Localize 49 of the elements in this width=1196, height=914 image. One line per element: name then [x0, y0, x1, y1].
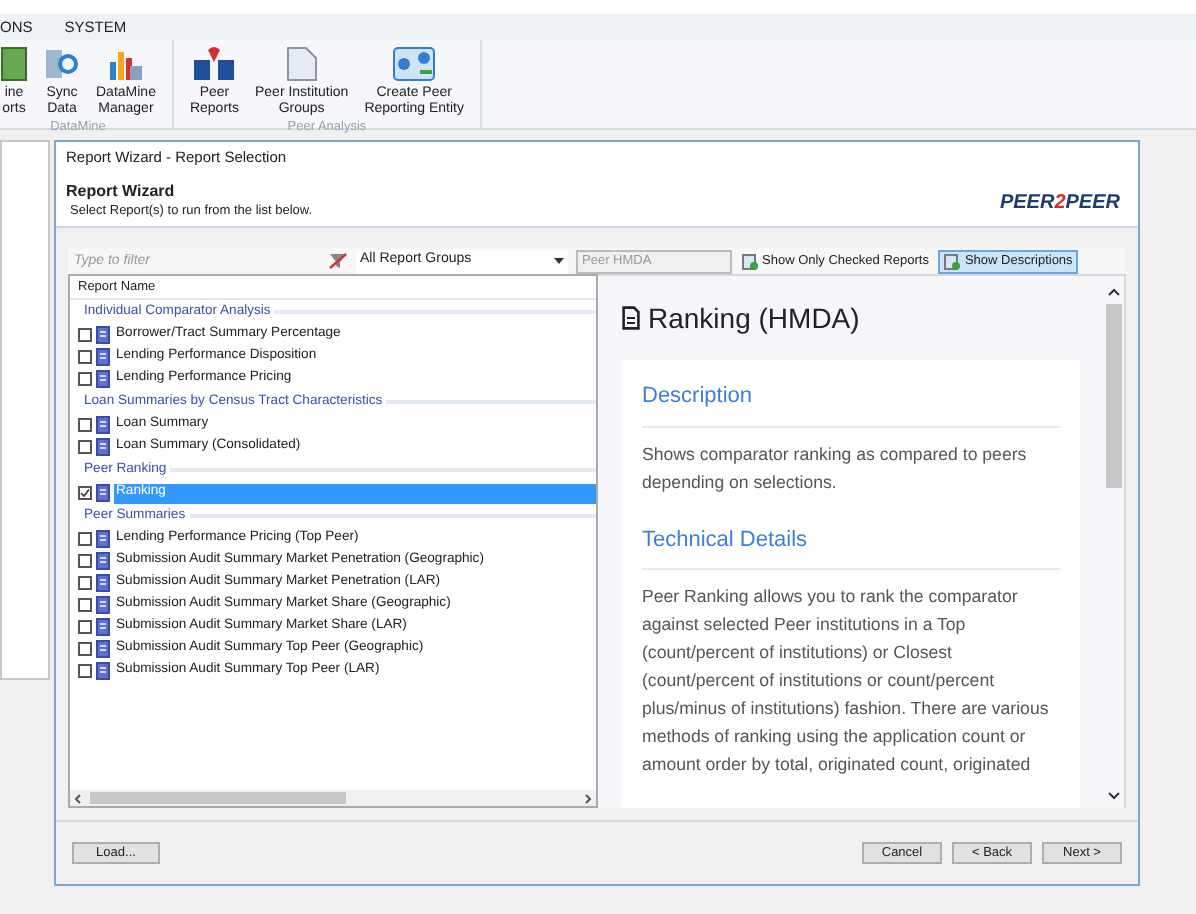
dropdown-caret-icon: [554, 258, 564, 264]
peer-logo-icon: [192, 46, 237, 82]
scroll-down-icon[interactable]: [1108, 792, 1120, 800]
report-icon: [96, 530, 110, 548]
checkbox[interactable]: [78, 620, 92, 634]
report-icon: [96, 438, 110, 456]
report-icon: [96, 348, 110, 366]
scroll-right-icon[interactable]: [584, 793, 592, 803]
sheet-icon: [0, 46, 28, 82]
report-toggle-icon: [944, 253, 961, 269]
report-toggle-icon: [742, 253, 758, 269]
section-heading: Technical Details: [642, 523, 1060, 570]
sync-icon: [44, 46, 80, 82]
section-heading: Description: [642, 380, 1060, 427]
checkbox[interactable]: [78, 554, 92, 568]
report-icon: [96, 574, 110, 592]
checkbox[interactable]: [78, 576, 92, 590]
checkbox[interactable]: [78, 372, 92, 386]
report-icon: [96, 662, 110, 680]
checkbox[interactable]: [78, 598, 92, 612]
document-icon: [622, 306, 640, 330]
report-icon: [96, 618, 110, 636]
description-title: Ranking (HMDA): [648, 304, 860, 332]
chart-icon: [107, 46, 144, 82]
horizontal-scrollbar[interactable]: [70, 790, 596, 806]
report-icon: [96, 416, 110, 434]
report-icon: [96, 640, 110, 658]
scroll-up-icon[interactable]: [1108, 288, 1120, 296]
checkbox[interactable]: [78, 532, 92, 546]
checkbox[interactable]: [78, 328, 92, 342]
checkbox[interactable]: [78, 664, 92, 678]
checkbox[interactable]: [78, 350, 92, 364]
report-icon: [96, 552, 110, 570]
peer2peer-logo: PEER2PEER: [999, 194, 1120, 214]
network-icon: [392, 46, 437, 82]
wizard-heading: Report Wizard: [66, 182, 177, 202]
scroll-left-icon[interactable]: [74, 793, 82, 803]
report-icon: [96, 596, 110, 614]
filter-icon: [328, 252, 348, 270]
report-icon: [96, 370, 110, 388]
report-icon: [96, 484, 110, 502]
checkbox[interactable]: [78, 642, 92, 656]
report-icon: [96, 326, 110, 344]
section-text: Peer Ranking allows you to rank the comparator against selected Peer institutions in a Top (count/percent of institutions) or Closest (count/percent of institutions or count/percent plus/minus of institutions) fashion. There are various methods of ranking using the application count or amount order by total, originated count, originated: [642, 584, 1051, 778]
document-icon: [285, 46, 318, 82]
checkbox[interactable]: [78, 440, 92, 454]
checkbox[interactable]: [78, 486, 92, 500]
checkbox[interactable]: [78, 418, 92, 432]
section-text: Shows comparator ranking as compared to peers depending on selections.: [642, 441, 1029, 495]
